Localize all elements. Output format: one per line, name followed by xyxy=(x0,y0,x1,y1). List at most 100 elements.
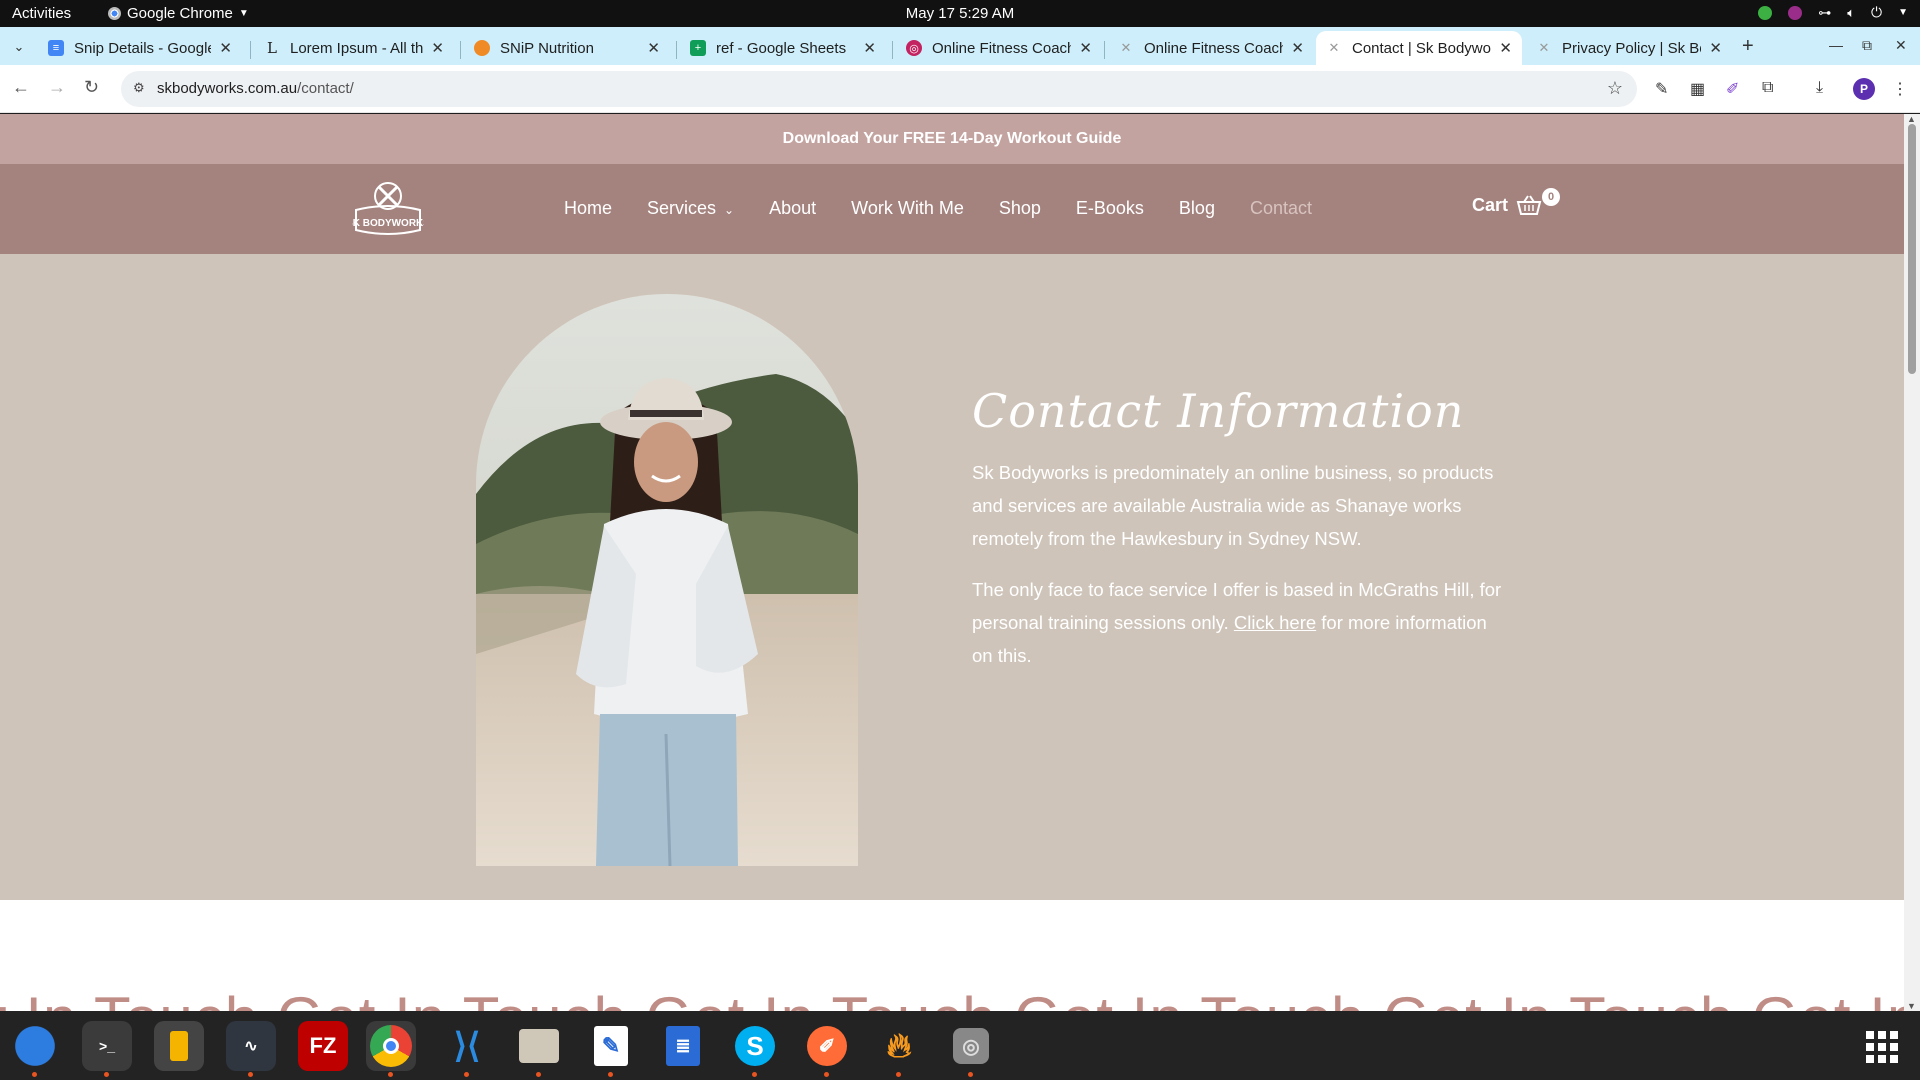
portrait-photo xyxy=(476,294,858,866)
url-text[interactable]: skbodyworks.com.au/contact/ xyxy=(157,80,354,97)
scroll-up-icon[interactable]: ▲ xyxy=(1907,114,1916,124)
get-in-touch-marquee: t In Touch Get In Touch Get In Touch Get… xyxy=(0,984,1904,1011)
postman-icon[interactable]: ✐ xyxy=(802,1021,852,1077)
clock[interactable]: May 17 5:29 AM xyxy=(906,5,1014,22)
bookmark-star-icon[interactable]: ☆ xyxy=(1607,78,1623,99)
pen-extension-icon[interactable]: ✐ xyxy=(1726,79,1739,99)
promo-banner[interactable]: Download Your FREE 14-Day Workout Guide xyxy=(0,114,1904,164)
svg-text:SK BODYWORKS: SK BODYWORKS xyxy=(352,218,424,229)
tab-search-button[interactable]: ⌄ xyxy=(6,35,32,59)
activities-button[interactable]: Activities xyxy=(12,5,71,22)
system-monitor-icon[interactable]: ∿ xyxy=(226,1021,276,1077)
calendar-extension-icon[interactable]: ▦ xyxy=(1690,79,1705,99)
tab[interactable]: ✕ Online Fitness Coach ✕ xyxy=(1108,31,1314,65)
sk-bodyworks-icon: ✕ xyxy=(1538,40,1550,55)
network-icon: ⊶ xyxy=(1818,4,1832,20)
contact-hero: Contact Information Sk Bodyworks is pred… xyxy=(0,254,1904,900)
snip-icon xyxy=(474,40,490,56)
close-icon[interactable]: ✕ xyxy=(863,39,876,57)
sk-bodyworks-icon: ✕ xyxy=(1120,40,1132,55)
disk-icon[interactable]: ◎ xyxy=(946,1021,996,1077)
chrome-icon[interactable] xyxy=(366,1021,416,1077)
google-docs-icon: ≡ xyxy=(48,40,64,56)
contact-info: Contact Information Sk Bodyworks is pred… xyxy=(972,384,1512,690)
menu-dots-icon[interactable]: ⋮ xyxy=(1892,79,1908,99)
tab[interactable]: ◎ Online Fitness Coach ✕ xyxy=(896,31,1102,65)
profile-avatar[interactable]: P xyxy=(1853,78,1875,100)
restore-icon[interactable]: ⧉ xyxy=(1862,37,1872,54)
url-domain: skbodyworks.com.au xyxy=(157,80,298,97)
tab-title: Online Fitness Coach xyxy=(1144,39,1284,57)
brave-icon[interactable]: 🔥︎ xyxy=(874,1021,924,1077)
tab-title: Contact | Sk Bodywo xyxy=(1352,39,1491,57)
basket-icon xyxy=(1516,195,1542,215)
google-sheets-icon: + xyxy=(690,40,706,56)
nav-work-with-me[interactable]: Work With Me xyxy=(851,198,964,219)
extensions-puzzle-icon[interactable]: ⧉ xyxy=(1762,79,1773,97)
chevron-down-icon: ▼ xyxy=(1898,7,1908,18)
nav-home[interactable]: Home xyxy=(564,198,612,219)
close-icon[interactable]: ✕ xyxy=(1079,39,1092,57)
nav-about[interactable]: About xyxy=(769,198,816,219)
vscode-icon[interactable]: ⟩⟨ xyxy=(442,1021,492,1077)
close-icon[interactable]: ✕ xyxy=(219,39,232,57)
skype-icon[interactable]: S xyxy=(730,1021,780,1077)
app-menu-label: Google Chrome xyxy=(127,5,233,22)
close-icon[interactable]: ✕ xyxy=(1709,39,1722,57)
eyedropper-extension-icon[interactable]: ✎ xyxy=(1655,79,1668,99)
close-icon[interactable]: ✕ xyxy=(431,39,444,57)
sk-bodyworks-logo[interactable]: SK BODYWORKS xyxy=(352,180,424,238)
tab[interactable]: + ref - Google Sheets ✕ xyxy=(680,31,886,65)
nav-ebooks[interactable]: E-Books xyxy=(1076,198,1144,219)
nav-contact[interactable]: Contact xyxy=(1250,198,1312,219)
main-nav: Home Services ⌄ About Work With Me Shop E… xyxy=(564,198,1347,219)
app-grid-icon[interactable] xyxy=(1866,1031,1898,1063)
app-indicator-icon xyxy=(1788,5,1803,20)
click-here-link[interactable]: Click here xyxy=(1234,612,1316,633)
gedit-icon[interactable]: ✎ xyxy=(586,1021,636,1077)
scroll-down-icon[interactable]: ▼ xyxy=(1907,1001,1916,1011)
nav-shop[interactable]: Shop xyxy=(999,198,1041,219)
close-icon[interactable]: ✕ xyxy=(647,39,660,57)
reload-icon[interactable]: ↻ xyxy=(84,77,99,98)
back-icon[interactable]: ← xyxy=(12,77,30,98)
promo-text[interactable]: Download Your FREE 14-Day Workout Guide xyxy=(783,130,1122,147)
tab[interactable]: SNiP Nutrition ✕ xyxy=(464,31,670,65)
tab[interactable]: ≡ Snip Details - Google ✕ xyxy=(38,31,242,65)
chevron-down-icon: ▼ xyxy=(238,8,249,19)
terminal-icon[interactable]: >_ xyxy=(82,1021,132,1077)
chevron-down-icon: ⌄ xyxy=(724,203,735,217)
close-icon[interactable]: ✕ xyxy=(1499,39,1512,57)
new-tab-button[interactable]: + xyxy=(1742,35,1754,58)
system-tray[interactable]: ⊶ 🔈︎ ⏻ ▼ xyxy=(1758,4,1908,21)
web-page: Download Your FREE 14-Day Workout Guide … xyxy=(0,114,1904,1011)
nav-blog[interactable]: Blog xyxy=(1179,198,1215,219)
filezilla-icon[interactable]: FZ xyxy=(298,1021,348,1071)
nav-services[interactable]: Services ⌄ xyxy=(647,198,734,219)
tab-title: Snip Details - Google xyxy=(74,39,212,57)
files-icon[interactable] xyxy=(514,1021,564,1077)
page-scrollbar[interactable]: ▲ ▼ xyxy=(1904,114,1920,1011)
tab[interactable]: ✕ Privacy Policy | Sk Bo ✕ xyxy=(1526,31,1732,65)
status-check-icon xyxy=(1758,5,1773,20)
sk-bodyworks-icon: ✕ xyxy=(1328,40,1340,55)
thunderbird-icon[interactable] xyxy=(10,1021,60,1077)
scrollbar-thumb[interactable] xyxy=(1908,124,1916,374)
nav-services-label: Services xyxy=(647,198,717,218)
tab[interactable]: L Lorem Ipsum - All the ✕ xyxy=(254,31,454,65)
cart-label: Cart xyxy=(1472,194,1509,215)
download-icon[interactable]: ⤓ xyxy=(1816,79,1823,97)
cart-link[interactable]: Cart 0 xyxy=(1472,188,1560,216)
writer-icon[interactable]: ≣ xyxy=(658,1021,708,1071)
cart-count-badge: 0 xyxy=(1542,188,1560,206)
text-editor-icon[interactable] xyxy=(154,1021,204,1071)
app-menu[interactable]: Google Chrome ▼ xyxy=(108,5,249,22)
tab-title: Privacy Policy | Sk Bo xyxy=(1562,39,1702,57)
tab-active[interactable]: ✕ Contact | Sk Bodywo ✕ xyxy=(1316,31,1522,65)
address-bar[interactable]: ⚙ skbodyworks.com.au/contact/ ☆ xyxy=(121,71,1637,107)
site-info-icon[interactable]: ⚙ xyxy=(133,80,145,96)
forward-icon[interactable]: → xyxy=(48,77,66,98)
close-icon[interactable]: ✕ xyxy=(1291,39,1304,57)
close-window-icon[interactable]: ✕ xyxy=(1895,37,1907,54)
minimize-icon[interactable]: — xyxy=(1829,37,1843,53)
